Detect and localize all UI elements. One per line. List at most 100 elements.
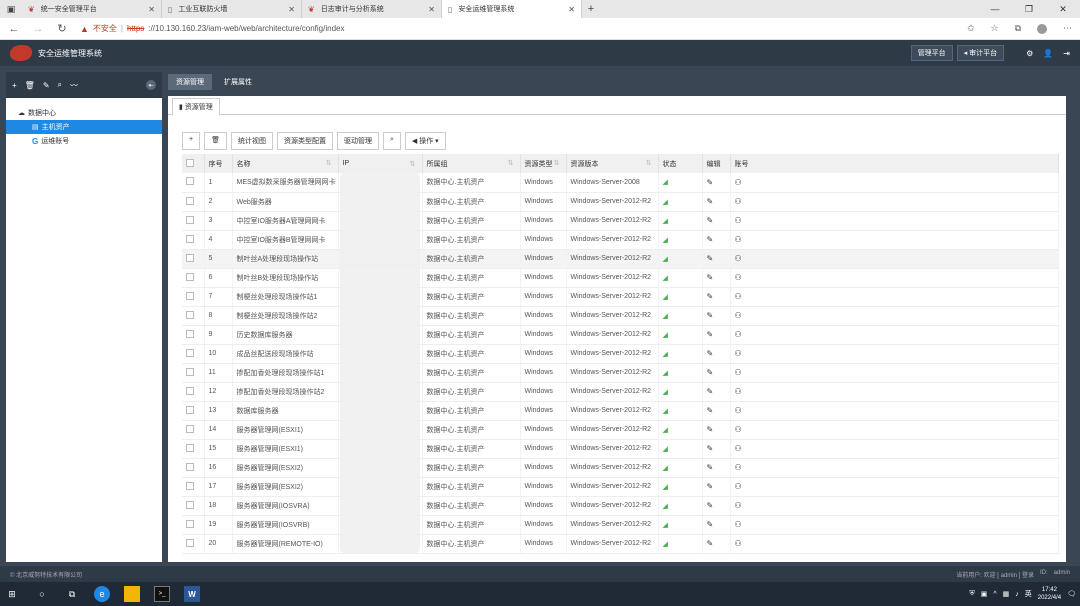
users-icon[interactable]: ⚇ bbox=[735, 539, 742, 548]
row-edit[interactable]: ✎ bbox=[702, 477, 731, 497]
row-account[interactable]: ⚇ bbox=[730, 211, 1059, 231]
row-checkbox[interactable] bbox=[186, 405, 194, 414]
edit-icon[interactable]: ✎ bbox=[707, 254, 714, 263]
sort-icon[interactable]: ⇅ bbox=[326, 159, 332, 167]
sort-icon[interactable]: ⇅ bbox=[410, 160, 416, 168]
edit-icon[interactable]: ✎ bbox=[707, 216, 714, 225]
users-icon[interactable]: ⚇ bbox=[735, 406, 742, 415]
table-row[interactable]: 18 服务器管理网(IOSVRA) 数据中心.主机资产 Windows Windows-… bbox=[182, 496, 1059, 516]
tree-node-host-assets[interactable]: ▤ 主机资产 bbox=[6, 120, 162, 134]
resource-type-config-button[interactable]: 资源类型配置 bbox=[276, 132, 333, 150]
tab-extended-attributes[interactable]: 扩展属性 bbox=[216, 74, 260, 90]
row-select-cell[interactable] bbox=[182, 534, 205, 554]
row-select-cell[interactable] bbox=[182, 382, 205, 402]
table-row[interactable]: 6 制叶丝B处理段现场操作站 数据中心.主机资产 Windows Windows-Ser… bbox=[182, 268, 1059, 288]
row-checkbox[interactable] bbox=[186, 253, 194, 262]
users-icon[interactable]: ⚇ bbox=[735, 330, 742, 339]
col-header-ip[interactable]: IP ⇅ bbox=[338, 154, 423, 173]
row-edit[interactable]: ✎ bbox=[702, 382, 731, 402]
window-close-icon[interactable]: ✕ bbox=[1046, 0, 1080, 18]
row-checkbox[interactable] bbox=[186, 348, 194, 357]
tree-node-datacenter[interactable]: ☁ 数据中心 bbox=[6, 106, 162, 120]
sort-icon[interactable]: ⇅ bbox=[646, 159, 652, 167]
row-edit[interactable]: ✎ bbox=[702, 325, 731, 345]
row-checkbox[interactable] bbox=[186, 329, 194, 338]
row-select-cell[interactable] bbox=[182, 325, 205, 345]
row-account[interactable]: ⚇ bbox=[730, 534, 1059, 554]
row-account[interactable]: ⚇ bbox=[730, 496, 1059, 516]
tab-actions-icon[interactable]: ▣ bbox=[0, 0, 22, 18]
edit-icon[interactable]: ✎ bbox=[707, 463, 714, 472]
table-row[interactable]: 2 Web服务器 数据中心.主机资产 Windows Windows-Server-20… bbox=[182, 192, 1059, 212]
table-row[interactable]: 10 成品丝配送段现场操作站 数据中心.主机资产 Windows Windows-Ser… bbox=[182, 344, 1059, 364]
users-icon[interactable]: ⚇ bbox=[735, 501, 742, 510]
select-all-checkbox[interactable] bbox=[186, 158, 194, 167]
edit-icon[interactable]: ✎ bbox=[707, 178, 714, 187]
row-select-cell[interactable] bbox=[182, 173, 205, 193]
col-header-type[interactable]: 资源类型 ⇅ bbox=[520, 154, 567, 173]
row-select-cell[interactable] bbox=[182, 306, 205, 326]
users-icon[interactable]: ⚇ bbox=[735, 387, 742, 396]
row-checkbox[interactable] bbox=[186, 500, 194, 509]
edit-icon[interactable]: ✎ bbox=[43, 81, 50, 90]
delete-resource-button[interactable]: 🗑 bbox=[204, 132, 227, 150]
maximize-icon[interactable]: ❐ bbox=[1012, 0, 1046, 18]
row-edit[interactable]: ✎ bbox=[702, 192, 731, 212]
edit-icon[interactable]: ✎ bbox=[707, 520, 714, 529]
stats-view-button[interactable]: 统计视图 bbox=[230, 132, 273, 150]
subtab-resource-management[interactable]: ▮ 资源管理 bbox=[172, 98, 220, 116]
row-account[interactable]: ⚇ bbox=[730, 306, 1059, 326]
row-edit[interactable]: ✎ bbox=[702, 249, 731, 269]
users-icon[interactable]: ⚇ bbox=[735, 235, 742, 244]
row-checkbox[interactable] bbox=[186, 462, 194, 471]
tab-resource-management[interactable]: 资源管理 bbox=[168, 74, 212, 90]
users-icon[interactable]: ⚇ bbox=[735, 197, 742, 206]
row-account[interactable]: ⚇ bbox=[730, 268, 1059, 288]
row-checkbox[interactable] bbox=[186, 310, 194, 319]
users-icon[interactable]: ⚇ bbox=[735, 349, 742, 358]
users-icon[interactable]: ⚇ bbox=[735, 425, 742, 434]
row-select-cell[interactable] bbox=[182, 287, 205, 307]
row-select-cell[interactable] bbox=[182, 344, 205, 364]
user-icon[interactable]: 👤 bbox=[1043, 49, 1053, 58]
edit-icon[interactable]: ✎ bbox=[707, 292, 714, 301]
row-edit[interactable]: ✎ bbox=[702, 496, 731, 516]
row-edit[interactable]: ✎ bbox=[702, 268, 731, 288]
row-account[interactable]: ⚇ bbox=[730, 458, 1059, 478]
edit-icon[interactable]: ✎ bbox=[707, 349, 714, 358]
row-account[interactable]: ⚇ bbox=[730, 363, 1059, 383]
browser-tab-4[interactable]: ▯ 安全运维管理系统 ✕ bbox=[442, 0, 582, 18]
row-account[interactable]: ⚇ bbox=[730, 515, 1059, 535]
back-icon[interactable]: ← bbox=[8, 23, 20, 35]
users-icon[interactable]: ⚇ bbox=[735, 463, 742, 472]
sort-icon[interactable]: ⇅ bbox=[508, 159, 514, 167]
table-row[interactable]: 13 数据库服务器 数据中心.主机资产 Windows Windows-Server-2… bbox=[182, 401, 1059, 421]
table-row[interactable]: 17 服务器管理网(ESXI2) 数据中心.主机资产 Windows Windows-S… bbox=[182, 477, 1059, 497]
new-tab-button[interactable]: + bbox=[582, 0, 600, 18]
table-row[interactable]: 9 历史数据库服务器 数据中心.主机资产 Windows Windows-Server-… bbox=[182, 325, 1059, 345]
table-row[interactable]: 19 服务器管理网(IOSVRB) 数据中心.主机资产 Windows Windows-… bbox=[182, 515, 1059, 535]
close-icon[interactable]: ✕ bbox=[568, 5, 575, 14]
chart-icon[interactable]: 〰 bbox=[70, 80, 78, 91]
reload-icon[interactable]: ↻ bbox=[56, 22, 68, 35]
close-icon[interactable]: ✕ bbox=[288, 5, 295, 14]
row-account[interactable]: ⚇ bbox=[730, 477, 1059, 497]
users-icon[interactable]: ⚇ bbox=[735, 311, 742, 320]
users-icon[interactable]: ⚇ bbox=[735, 368, 742, 377]
row-checkbox[interactable] bbox=[186, 234, 194, 243]
edit-icon[interactable]: ✎ bbox=[707, 539, 714, 548]
row-checkbox[interactable] bbox=[186, 367, 194, 376]
audit-platform-button[interactable]: ◂ 审计平台 bbox=[956, 45, 1005, 61]
add-resource-button[interactable]: + bbox=[182, 132, 201, 150]
row-select-cell[interactable] bbox=[182, 268, 205, 288]
users-icon[interactable]: ⚇ bbox=[735, 273, 742, 282]
row-account[interactable]: ⚇ bbox=[730, 249, 1059, 269]
row-edit[interactable]: ✎ bbox=[702, 211, 731, 231]
task-view-icon[interactable]: ⧉ bbox=[64, 586, 80, 602]
row-select-cell[interactable] bbox=[182, 249, 205, 269]
table-row[interactable]: 11 掺配加香处理段现场操作站1 数据中心.主机资产 Windows Windows-S… bbox=[182, 363, 1059, 383]
logout-icon[interactable]: ⇥ bbox=[1063, 49, 1070, 58]
users-icon[interactable]: ⚇ bbox=[735, 520, 742, 529]
taskbar-clock[interactable]: 17:42 2022/4/4 bbox=[1038, 586, 1061, 602]
row-select-cell[interactable] bbox=[182, 439, 205, 459]
